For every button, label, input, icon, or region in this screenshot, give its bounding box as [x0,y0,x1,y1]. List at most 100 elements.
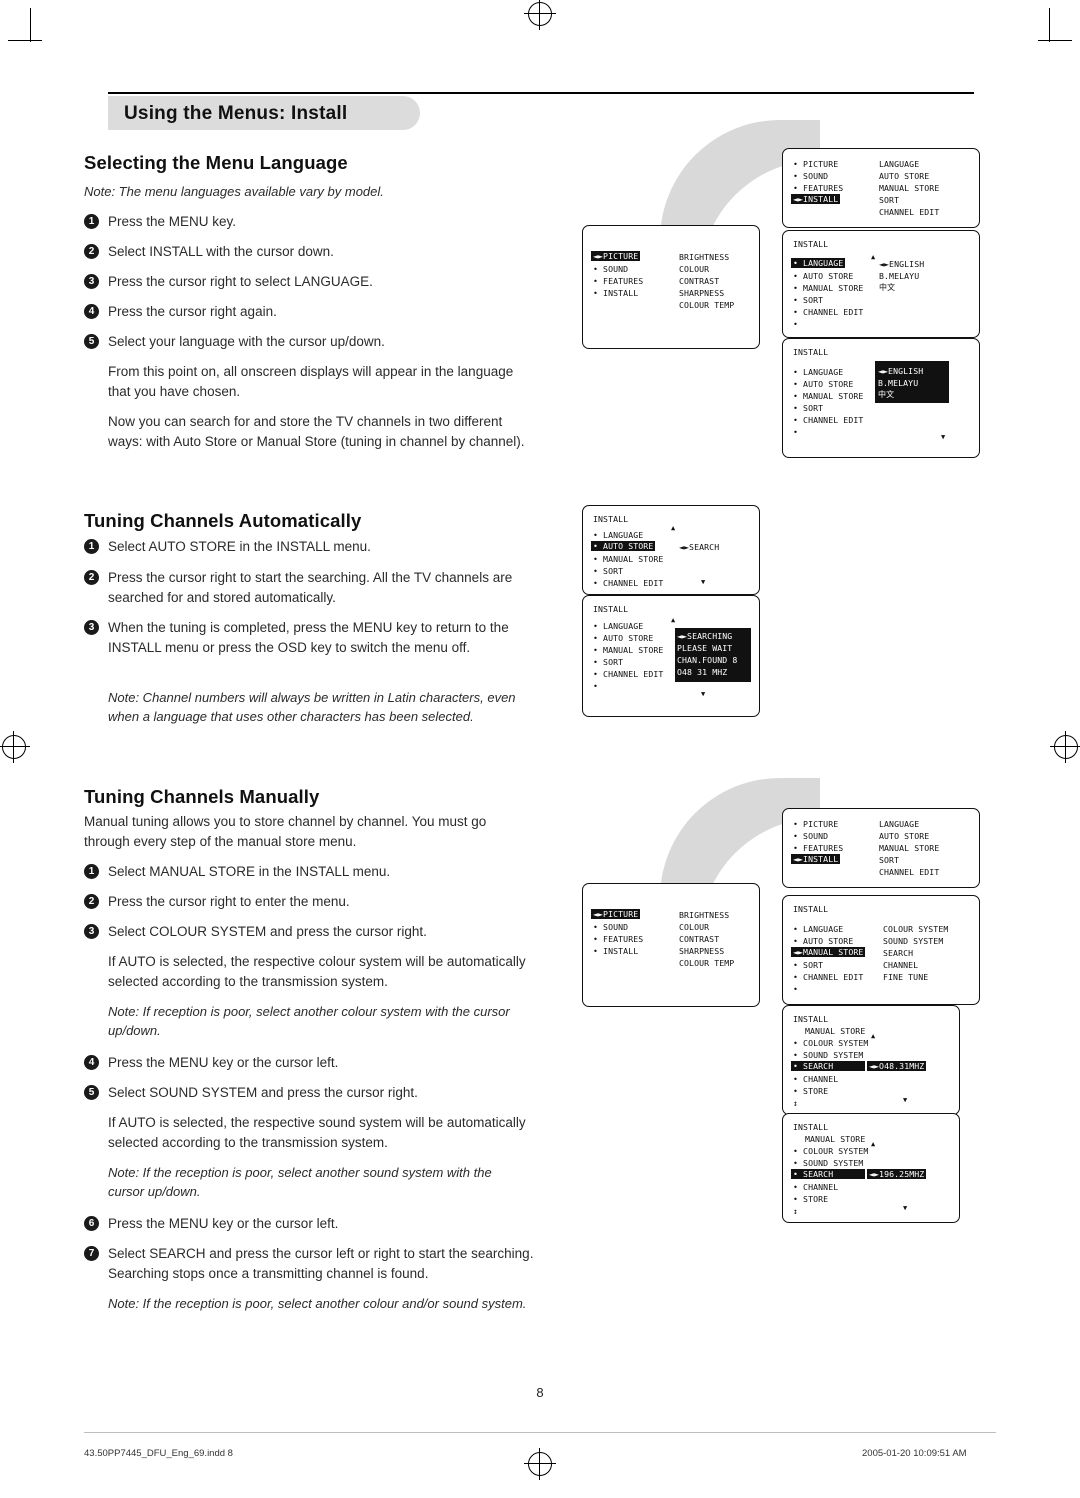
osd-line: ◄►SEARCHING [677,631,733,641]
step-number: 1 [84,539,99,554]
step-number: 6 [84,1216,99,1231]
osd-install-manual-store: INSTALL • LANGUAGE • AUTO STORE ◄►MANUAL… [782,895,980,1005]
auto-note: Note: Channel numbers will always be wri… [108,690,516,724]
osd-line: ◄►ENGLISH [879,259,925,269]
osd-line: BRIGHTNESS [679,910,730,920]
osd-highlight: ◄►ENGLISH [878,366,924,376]
step-number: 2 [84,894,99,909]
osd-line: • SORT [593,566,624,576]
osd-highlight: ◄►INSTALL [791,194,841,204]
osd-line: SORT [879,855,900,865]
osd-line: CHANNEL EDIT [879,207,940,217]
registration-mark [0,731,30,763]
osd-install-language: INSTALL • LANGUAGE • AUTO STORE • MANUAL… [782,230,980,338]
osd-line: • MANUAL STORE [793,391,864,401]
step: 5 Select your language with the cursor up… [84,332,544,352]
osd-title: INSTALL [793,1122,829,1132]
step: 2 Press the cursor right to start the sea… [84,568,544,608]
osd-line: • SOUND [793,171,829,181]
osd-highlight: • LANGUAGE [791,258,846,268]
osd-line: • SOUND [593,922,629,932]
osd-menu-picture-1: ◄►PICTURE • SOUND • FEATURES • INSTALL B… [582,225,760,349]
osd-line: • SORT [593,657,624,667]
osd-line: O48 31 MHZ [677,667,728,677]
step-number: 2 [84,244,99,259]
language-note: Note: The menu languages available vary … [84,184,384,199]
osd-up-arrow: ▲ [671,616,676,624]
osd-line: BRIGHTNESS [679,252,730,262]
section-title-manual: Tuning Channels Manually [84,786,320,807]
step-number: 4 [84,1055,99,1070]
osd-line: • AUTO STORE [793,379,854,389]
osd-line: • FEATURES [793,843,844,853]
osd-line: • LANGUAGE [593,530,644,540]
osd-line: 中文 [879,283,896,292]
osd-line: MANUAL STORE [879,843,940,853]
header-rule [108,92,974,94]
osd-line: • CHANNEL [793,1074,839,1084]
osd-line: • CHANNEL EDIT [793,415,864,425]
osd-line: COLOUR [679,922,710,932]
page-number: 8 [536,1385,544,1400]
step: 2 Press the cursor right to enter the men… [84,892,544,912]
osd-line: LANGUAGE [879,819,920,829]
osd-line: COLOUR TEMP [679,958,735,968]
osd-line: PLEASE WAIT [677,643,733,653]
osd-line: SORT [879,195,900,205]
osd-line: SOUND SYSTEM [883,936,944,946]
osd-line: B.MELAYU [879,271,920,281]
step-text: Select AUTO STORE in the INSTALL menu. [108,539,371,554]
step-number: 2 [84,570,99,585]
osd-line: • LANGUAGE [793,367,844,377]
section-title-auto: Tuning Channels Automatically [84,510,362,531]
osd-install-search-1: INSTALL MANUAL STORE • COLOUR SYSTEM • S… [782,1005,960,1115]
osd-line: • [793,984,799,994]
crop-mark [1038,40,1072,41]
osd-line: AUTO STORE [879,171,930,181]
osd-highlight: ◄►MANUAL STORE [791,947,866,957]
step: 3 Press the cursor right to select LANGUA… [84,272,544,292]
step-number: 7 [84,1246,99,1261]
osd-title: INSTALL [793,1014,829,1024]
osd-line: • CHANNEL [793,1182,839,1192]
osd-up-arrow: ▲ [871,1140,876,1148]
osd-line: • AUTO STORE [793,936,854,946]
osd-line: • SOUND SYSTEM [793,1050,864,1060]
crop-mark [1049,8,1050,42]
osd-line: • [793,319,799,329]
osd-line: ↕ [793,1206,799,1216]
osd-install-language-selected: INSTALL • LANGUAGE • AUTO STORE • MANUAL… [782,338,980,458]
osd-down-arrow: ▼ [903,1204,908,1212]
document-page: Using the Menus: Install Selecting the M… [0,0,1080,1498]
step: 1 Select AUTO STORE in the INSTALL menu. [84,537,544,557]
section-title-language: Selecting the Menu Language [84,152,348,173]
osd-line: AUTO STORE [879,831,930,841]
step-text: Select MANUAL STORE in the INSTALL menu. [108,864,391,879]
osd-line: • [793,427,799,437]
osd-highlight: ◄►PICTURE [591,909,641,919]
osd-line: CONTRAST [679,276,720,286]
osd-up-arrow: ▲ [871,1032,876,1040]
osd-line: • INSTALL [593,288,639,298]
manual-para-2: If AUTO is selected, the respective soun… [108,1115,526,1150]
step: 4 Press the cursor right again. [84,302,544,322]
osd-menu-top-2: • PICTURE • SOUND • FEATURES ◄►INSTALL L… [782,808,980,888]
step: 2 Select INSTALL with the cursor down. [84,242,544,262]
osd-highlight: • AUTO STORE [591,541,656,551]
osd-line: • SOUND [593,264,629,274]
page-title-tab: Using the Menus: Install [108,96,420,130]
osd-line: • FEATURES [593,934,644,944]
manual-note-2: Note: If the reception is poor, select a… [108,1165,492,1199]
osd-line: ◄►SEARCH [679,542,720,552]
osd-menu-picture-2: ◄►PICTURE • SOUND • FEATURES • INSTALL B… [582,883,760,1007]
osd-up-arrow: ▲ [871,253,876,261]
step-number: 3 [84,620,99,635]
osd-line: CONTRAST [679,934,720,944]
osd-line: • MANUAL STORE [793,283,864,293]
osd-line: • FEATURES [593,276,644,286]
step: 1 Press the MENU key. [84,212,544,232]
osd-line: • FEATURES [793,183,844,193]
osd-menu-top-1: • PICTURE • SOUND • FEATURES ◄►INSTALL L… [782,148,980,228]
step: 5 Select SOUND SYSTEM and press the curso… [84,1083,544,1103]
osd-line: ↕ [793,1098,799,1108]
